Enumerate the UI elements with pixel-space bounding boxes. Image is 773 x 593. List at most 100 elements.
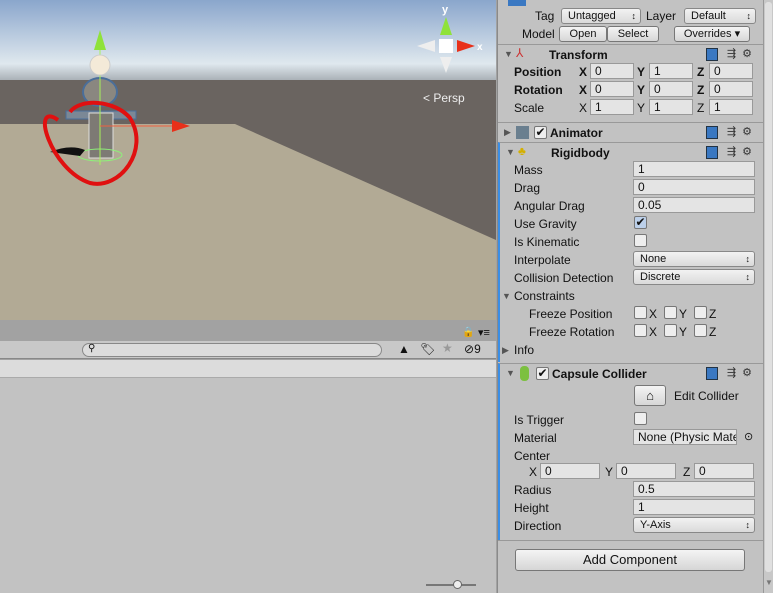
slider-thumb[interactable] <box>453 580 462 589</box>
inspector-scrollbar[interactable]: ▼ <box>763 0 773 593</box>
tag-label: Tag <box>535 9 555 23</box>
freeze-rot-z[interactable] <box>694 324 707 337</box>
info-foldout[interactable]: Info <box>514 343 534 357</box>
collision-detection-dropdown[interactable]: Discrete <box>633 269 755 285</box>
help-icon[interactable] <box>705 366 718 380</box>
preset-icon[interactable]: ⇶ <box>727 146 742 158</box>
position-x[interactable]: 0 <box>590 63 634 79</box>
field-label: Y <box>605 465 614 479</box>
field-label: Rigidbody <box>551 146 610 160</box>
freeze-rot-x[interactable] <box>634 324 647 337</box>
field-label: X <box>579 101 588 115</box>
field-label: Y <box>637 101 646 115</box>
field-label: Height <box>514 501 549 515</box>
preset-icon[interactable]: ⇶ <box>727 48 742 60</box>
gear-icon[interactable]: ⚙ <box>742 146 758 158</box>
help-icon[interactable] <box>705 145 718 159</box>
constraints-arrow-icon[interactable]: ▼ <box>502 291 511 301</box>
gameobject-icon <box>508 0 526 6</box>
center-x[interactable]: 0 <box>540 463 600 479</box>
capsule-icon <box>520 366 529 381</box>
freeze-pos-z[interactable] <box>694 306 707 319</box>
animator-icon <box>516 126 529 139</box>
scroll-down-icon[interactable]: ▼ <box>765 578 773 587</box>
filter-label-icon[interactable]: 🏷 <box>420 342 435 356</box>
edit-collider-button[interactable]: ⌂ <box>634 385 666 406</box>
layer-label: Layer <box>646 9 677 23</box>
filter-type-icon[interactable]: ▲ <box>398 342 410 356</box>
height-field[interactable]: 1 <box>633 499 755 515</box>
constraints-foldout[interactable]: Constraints <box>514 289 575 303</box>
scale-y[interactable]: 1 <box>649 99 693 115</box>
help-icon[interactable] <box>705 125 718 139</box>
rigidbody-header[interactable]: ▼ ♣ Rigidbody ⇶⚙ <box>498 142 764 162</box>
transform-header[interactable]: ▼ ⅄ Transform ⇶⚙ <box>498 44 764 64</box>
field-label: X <box>649 307 658 321</box>
interpolate-dropdown[interactable]: None <box>633 251 755 267</box>
layer-dropdown[interactable]: Default <box>684 8 756 24</box>
freeze-pos-x[interactable] <box>634 306 647 319</box>
tag-dropdown[interactable]: Untagged <box>561 8 641 24</box>
animator-header[interactable]: ▶ ✔ Animator ⇶⚙ <box>498 122 764 142</box>
help-icon[interactable] <box>705 47 718 61</box>
open-button[interactable]: Open <box>559 26 607 42</box>
rigidbody-icon: ♣ <box>518 144 526 158</box>
is-kinematic-checkbox[interactable] <box>634 234 647 247</box>
collapse-arrow-icon[interactable]: ▼ <box>506 147 515 157</box>
radius-field[interactable]: 0.5 <box>633 481 755 497</box>
angular-drag-field[interactable]: 0.05 <box>633 197 755 213</box>
project-panel: 🔒 ▾≡ ⚲ ▲ 🏷 ★ ⊘9 <box>0 320 496 593</box>
add-component-button[interactable]: Add Component <box>515 549 745 571</box>
drag-field[interactable]: 0 <box>633 179 755 195</box>
center-z[interactable]: 0 <box>694 463 754 479</box>
overrides-button[interactable]: Overrides ▾ <box>674 26 750 42</box>
rotation-x[interactable]: 0 <box>590 81 634 97</box>
select-button[interactable]: Select <box>607 26 659 42</box>
freeze-pos-y[interactable] <box>664 306 677 319</box>
scale-x[interactable]: 1 <box>590 99 634 115</box>
field-label: Z <box>709 307 717 321</box>
panel-menu-icon[interactable]: ▾≡ <box>478 326 490 339</box>
lock-icon[interactable]: 🔒 <box>462 327 474 338</box>
collapse-arrow-icon[interactable]: ▼ <box>504 49 513 59</box>
freeze-rot-y[interactable] <box>664 324 677 337</box>
favorite-star-icon[interactable]: ★ <box>442 341 453 355</box>
material-field[interactable]: None (Physic Mate <box>633 429 737 445</box>
scrollbar-thumb[interactable] <box>765 2 772 572</box>
field-label: Is Kinematic <box>514 235 580 249</box>
scale-z[interactable]: 1 <box>709 99 753 115</box>
position-y[interactable]: 1 <box>649 63 693 79</box>
mass-field[interactable]: 1 <box>633 161 755 177</box>
capsule-enabled-checkbox[interactable]: ✔ <box>536 367 549 380</box>
persp-label[interactable]: < Persp <box>423 91 465 105</box>
preset-icon[interactable]: ⇶ <box>727 367 742 379</box>
gear-icon[interactable]: ⚙ <box>742 367 758 379</box>
gear-icon[interactable]: ⚙ <box>742 126 758 138</box>
gear-icon[interactable]: ⚙ <box>742 48 758 60</box>
rotation-y[interactable]: 0 <box>649 81 693 97</box>
preset-icon[interactable]: ⇶ <box>727 126 742 138</box>
field-label: Position <box>514 65 562 79</box>
capsule-collider-header[interactable]: ▼ ✔ Capsule Collider ⇶⚙ <box>498 363 764 383</box>
field-label: Z <box>709 325 717 339</box>
scene-view[interactable]: y x < Persp <box>0 0 496 320</box>
animator-enabled-checkbox[interactable]: ✔ <box>534 126 547 139</box>
position-z[interactable]: 0 <box>709 63 753 79</box>
use-gravity-checkbox[interactable]: ✔ <box>634 216 647 229</box>
info-arrow-icon[interactable]: ▶ <box>502 345 509 356</box>
field-label: Y <box>679 307 688 321</box>
scene-canvas[interactable]: y x < Persp <box>0 0 496 320</box>
collapse-arrow-icon[interactable]: ▼ <box>506 368 515 378</box>
object-picker-icon[interactable]: ⊙ <box>744 430 753 443</box>
inspector-panel: Tag Untagged Layer Default Model Open Se… <box>497 0 764 593</box>
direction-dropdown[interactable]: Y-Axis <box>633 517 755 533</box>
svg-text:y: y <box>442 4 449 16</box>
hidden-eye-icon[interactable]: ⊘9 <box>464 342 481 356</box>
rotation-z[interactable]: 0 <box>709 81 753 97</box>
search-input[interactable]: ⚲ <box>82 343 382 357</box>
is-trigger-checkbox[interactable] <box>634 412 647 425</box>
icon-size-slider[interactable] <box>426 584 476 586</box>
expand-arrow-icon[interactable]: ▶ <box>504 127 511 138</box>
center-y[interactable]: 0 <box>616 463 676 479</box>
model-label: Model <box>522 27 555 41</box>
